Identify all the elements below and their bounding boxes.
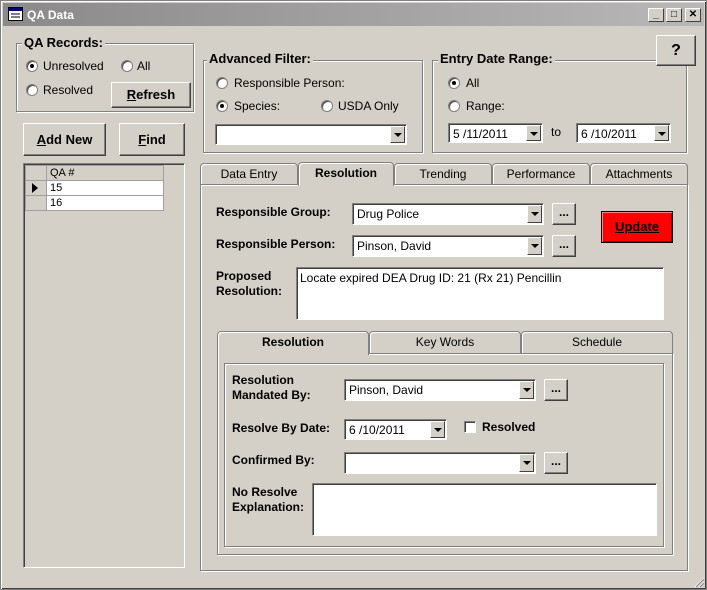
row-selector[interactable] bbox=[25, 195, 47, 211]
date-range-radio[interactable] bbox=[448, 100, 460, 112]
date-to-label: to bbox=[551, 125, 562, 139]
help-button[interactable]: ? bbox=[656, 35, 696, 66]
filter-combo[interactable] bbox=[215, 124, 407, 145]
resolved-radio[interactable] bbox=[26, 84, 38, 96]
responsible-group-browse-button[interactable]: ... bbox=[552, 203, 576, 225]
chevron-down-icon[interactable] bbox=[526, 125, 541, 141]
subtab-resolution[interactable]: Resolution bbox=[217, 331, 369, 355]
row-selector[interactable] bbox=[25, 180, 47, 196]
add-new-button[interactable]: Add New bbox=[23, 123, 106, 156]
date-to-value: 6 /10/2011 bbox=[581, 127, 637, 141]
confirmed-by-label: Confirmed By: bbox=[232, 453, 315, 467]
confirmed-by-combo[interactable] bbox=[344, 452, 536, 474]
refresh-button[interactable]: Refresh bbox=[111, 82, 191, 108]
chevron-down-icon[interactable] bbox=[519, 381, 534, 399]
all-records-label[interactable]: All bbox=[137, 59, 150, 73]
responsible-group-combo[interactable]: Drug Police bbox=[352, 203, 544, 225]
chevron-down-icon[interactable] bbox=[654, 125, 669, 141]
date-from-value: 5 /11/2011 bbox=[453, 127, 508, 141]
qa-records-grid[interactable]: QA # 15 16 bbox=[23, 163, 185, 568]
date-all-radio[interactable] bbox=[448, 77, 460, 89]
responsible-person-radio[interactable] bbox=[216, 77, 228, 89]
responsible-person-browse-button[interactable]: ... bbox=[552, 235, 576, 257]
responsible-person-filter-label[interactable]: Responsible Person: bbox=[234, 76, 345, 90]
entry-date-range-title: Entry Date Range: bbox=[438, 51, 555, 66]
subtab-key-words[interactable]: Key Words bbox=[369, 331, 521, 353]
advanced-filter-title: Advanced Filter: bbox=[207, 51, 313, 66]
window-title: QA Data bbox=[27, 8, 74, 22]
unresolved-radio[interactable] bbox=[26, 60, 38, 72]
proposed-resolution-label-line2: Resolution: bbox=[216, 284, 282, 298]
find-button[interactable]: Find bbox=[119, 123, 185, 156]
date-range-label[interactable]: Range: bbox=[466, 99, 505, 113]
mandated-by-label-line2: Mandated By: bbox=[232, 388, 311, 402]
resolve-by-date-value: 6 /10/2011 bbox=[349, 423, 405, 437]
proposed-resolution-text: Locate expired DEA Drug ID: 21 (Rx 21) P… bbox=[300, 271, 562, 285]
responsible-group-label: Responsible Group: bbox=[216, 205, 331, 219]
no-resolve-label-line1: No Resolve bbox=[232, 485, 298, 499]
qa-records-title: QA Records: bbox=[22, 35, 105, 50]
responsible-person-combo[interactable]: Pinson, David bbox=[352, 235, 544, 257]
form-icon bbox=[8, 7, 23, 21]
grid-corner bbox=[25, 165, 47, 181]
mandated-by-browse-button[interactable]: ... bbox=[544, 379, 568, 401]
chevron-down-icon[interactable] bbox=[430, 421, 445, 438]
date-to-picker[interactable]: 6 /10/2011 bbox=[576, 123, 671, 143]
usda-only-label[interactable]: USDA Only bbox=[338, 99, 399, 113]
mandated-by-combo[interactable]: Pinson, David bbox=[344, 379, 536, 401]
unresolved-label[interactable]: Unresolved bbox=[43, 59, 104, 73]
resize-grip-icon[interactable] bbox=[693, 576, 705, 588]
tab-attachments[interactable]: Attachments bbox=[590, 163, 688, 185]
usda-only-radio[interactable] bbox=[321, 100, 333, 112]
chevron-down-icon[interactable] bbox=[527, 205, 542, 223]
resolved-checkbox[interactable] bbox=[464, 421, 476, 433]
qa-data-window: QA Data _ □ ✕ QA Records: Unresolved All… bbox=[0, 0, 707, 590]
subtab-schedule[interactable]: Schedule bbox=[521, 331, 673, 353]
chevron-down-icon[interactable] bbox=[390, 126, 405, 143]
responsible-person-label: Responsible Person: bbox=[216, 237, 336, 251]
mandated-by-value: Pinson, David bbox=[349, 383, 424, 397]
confirmed-by-browse-button[interactable]: ... bbox=[544, 452, 568, 474]
species-radio[interactable] bbox=[216, 100, 228, 112]
no-resolve-label-line2: Explanation: bbox=[232, 500, 305, 514]
date-all-label[interactable]: All bbox=[466, 76, 479, 90]
close-button[interactable]: ✕ bbox=[685, 8, 701, 22]
tab-data-entry[interactable]: Data Entry bbox=[200, 163, 298, 185]
table-row[interactable]: 16 bbox=[46, 195, 164, 211]
proposed-resolution-textarea[interactable]: Locate expired DEA Drug ID: 21 (Rx 21) P… bbox=[296, 267, 664, 320]
no-resolve-explanation-textarea[interactable] bbox=[312, 483, 657, 536]
responsible-group-value: Drug Police bbox=[357, 207, 420, 221]
tab-resolution[interactable]: Resolution bbox=[298, 162, 394, 186]
resolved-label[interactable]: Resolved bbox=[43, 83, 93, 97]
chevron-down-icon[interactable] bbox=[527, 237, 542, 255]
minimize-button[interactable]: _ bbox=[648, 8, 664, 22]
resolve-by-date-picker[interactable]: 6 /10/2011 bbox=[344, 419, 447, 440]
title-bar[interactable]: QA Data _ □ ✕ bbox=[3, 3, 704, 26]
resolved-checkbox-label[interactable]: Resolved bbox=[482, 420, 535, 434]
maximize-button[interactable]: □ bbox=[666, 8, 682, 22]
chevron-down-icon[interactable] bbox=[519, 454, 534, 472]
date-from-picker[interactable]: 5 /11/2011 bbox=[448, 123, 543, 143]
table-row[interactable]: 15 bbox=[46, 180, 164, 196]
tab-trending[interactable]: Trending bbox=[394, 163, 492, 185]
resolve-by-date-label: Resolve By Date: bbox=[232, 421, 331, 435]
proposed-resolution-label-line1: Proposed bbox=[216, 269, 272, 283]
update-button[interactable]: Update bbox=[601, 211, 673, 243]
grid-header-qa-number[interactable]: QA # bbox=[46, 165, 164, 181]
tab-performance[interactable]: Performance bbox=[492, 163, 590, 185]
responsible-person-value: Pinson, David bbox=[357, 239, 432, 253]
species-label[interactable]: Species: bbox=[234, 99, 280, 113]
mandated-by-label-line1: Resolution bbox=[232, 373, 294, 387]
all-records-radio[interactable] bbox=[121, 60, 133, 72]
current-row-arrow-icon bbox=[32, 183, 38, 193]
